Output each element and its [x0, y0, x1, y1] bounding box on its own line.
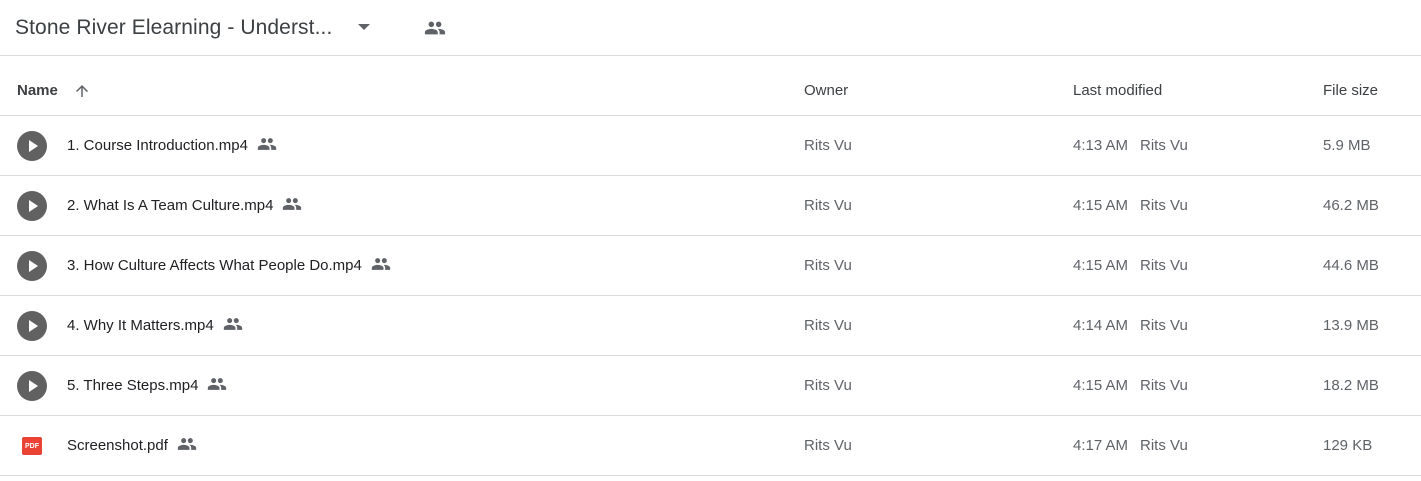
file-name-cell[interactable]: 3. How Culture Affects What People Do.mp… [67, 257, 391, 274]
file-size-cell: 13.9 MB [1323, 317, 1379, 334]
play-circle-icon [17, 191, 47, 221]
owner-cell: Rits Vu [804, 137, 852, 154]
column-header-name[interactable]: Name [17, 82, 58, 99]
modified-by-cell: Rits Vu [1140, 137, 1188, 154]
file-size-cell: 5.9 MB [1323, 137, 1371, 154]
file-row[interactable]: PDF Screenshot.pdf Rits Vu 4:17 AM Rits … [0, 416, 1421, 476]
modified-by-cell: Rits Vu [1140, 377, 1188, 394]
owner-cell: Rits Vu [804, 377, 852, 394]
dropdown-caret-icon[interactable] [358, 24, 370, 30]
table-header: Name Owner Last modified File size [0, 56, 1421, 116]
shared-people-icon [371, 254, 391, 274]
shared-people-icon [177, 434, 197, 454]
modified-time-cell: 4:15 AM [1073, 197, 1129, 214]
modified-by-cell: Rits Vu [1140, 437, 1188, 454]
play-circle-icon [17, 311, 47, 341]
top-bar: Stone River Elearning - Underst... [0, 0, 1421, 56]
play-circle-icon [17, 251, 47, 281]
modified-by-cell: Rits Vu [1140, 257, 1188, 274]
file-name[interactable]: 1. Course Introduction.mp4 [67, 137, 248, 154]
file-name-cell[interactable]: 1. Course Introduction.mp4 [67, 137, 277, 154]
file-name[interactable]: Screenshot.pdf [67, 437, 168, 454]
play-circle-icon [17, 371, 47, 401]
shared-people-icon [223, 314, 243, 334]
folder-title[interactable]: Stone River Elearning - Underst... [15, 16, 332, 40]
file-name[interactable]: 2. What Is A Team Culture.mp4 [67, 197, 273, 214]
modified-by-cell: Rits Vu [1140, 197, 1188, 214]
pdf-icon: PDF [22, 437, 42, 455]
file-name[interactable]: 4. Why It Matters.mp4 [67, 317, 214, 334]
owner-cell: Rits Vu [804, 437, 852, 454]
file-size-cell: 44.6 MB [1323, 257, 1379, 274]
file-name-cell[interactable]: 5. Three Steps.mp4 [67, 377, 227, 394]
shared-people-icon [257, 134, 277, 154]
file-size-cell: 129 KB [1323, 437, 1373, 454]
file-name-cell[interactable]: 2. What Is A Team Culture.mp4 [67, 197, 302, 214]
file-row[interactable]: 5. Three Steps.mp4 Rits Vu 4:15 AM Rits … [0, 356, 1421, 416]
file-name[interactable]: 5. Three Steps.mp4 [67, 377, 198, 394]
owner-cell: Rits Vu [804, 257, 852, 274]
column-header-last-modified[interactable]: Last modified [1073, 82, 1162, 99]
file-name-cell[interactable]: Screenshot.pdf [67, 437, 197, 454]
modified-time-cell: 4:13 AM [1073, 137, 1129, 154]
file-row[interactable]: 1. Course Introduction.mp4 Rits Vu 4:13 … [0, 116, 1421, 176]
column-header-owner[interactable]: Owner [804, 82, 848, 99]
file-name[interactable]: 3. How Culture Affects What People Do.mp… [67, 257, 362, 274]
file-size-cell: 46.2 MB [1323, 197, 1379, 214]
modified-time-cell: 4:17 AM [1073, 437, 1129, 454]
file-size-cell: 18.2 MB [1323, 377, 1379, 394]
column-header-file-size[interactable]: File size [1323, 82, 1378, 99]
file-list: 1. Course Introduction.mp4 Rits Vu 4:13 … [0, 116, 1421, 476]
shared-people-icon [282, 194, 302, 214]
play-circle-icon [17, 131, 47, 161]
owner-cell: Rits Vu [804, 197, 852, 214]
sort-ascending-arrow-icon[interactable] [73, 82, 91, 100]
file-row[interactable]: 2. What Is A Team Culture.mp4 Rits Vu 4:… [0, 176, 1421, 236]
modified-time-cell: 4:15 AM [1073, 257, 1129, 274]
owner-cell: Rits Vu [804, 317, 852, 334]
modified-time-cell: 4:14 AM [1073, 317, 1129, 334]
file-name-cell[interactable]: 4. Why It Matters.mp4 [67, 317, 243, 334]
shared-people-icon [207, 374, 227, 394]
modified-by-cell: Rits Vu [1140, 317, 1188, 334]
modified-time-cell: 4:15 AM [1073, 377, 1129, 394]
file-row[interactable]: 4. Why It Matters.mp4 Rits Vu 4:14 AM Ri… [0, 296, 1421, 356]
shared-people-icon[interactable] [424, 17, 446, 39]
file-row[interactable]: 3. How Culture Affects What People Do.mp… [0, 236, 1421, 296]
